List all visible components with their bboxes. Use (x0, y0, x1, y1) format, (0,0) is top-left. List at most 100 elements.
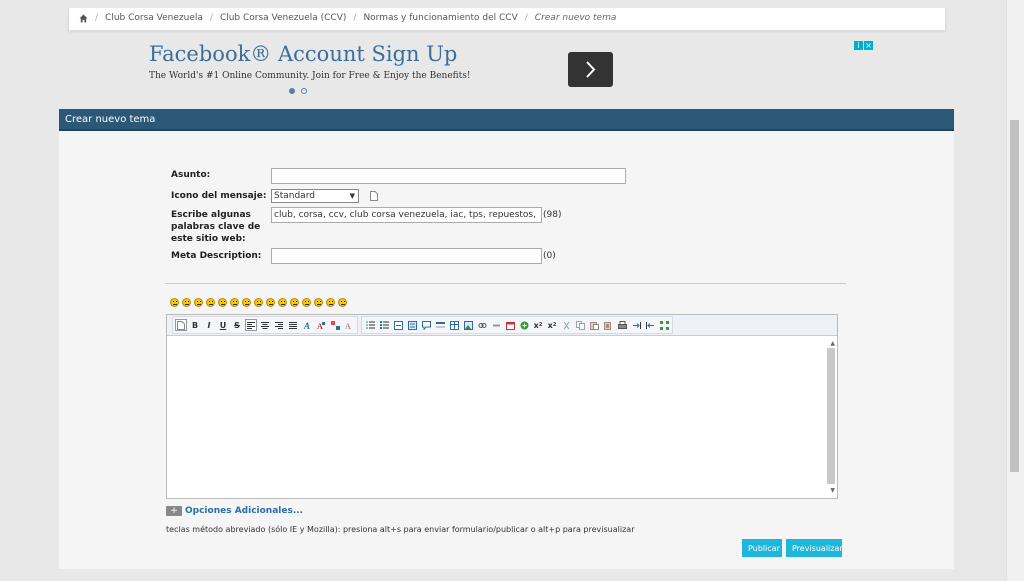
source-icon[interactable] (175, 319, 187, 331)
align-center-icon[interactable] (259, 319, 271, 331)
breadcrumb-link-ccv[interactable]: Club Corsa Venezuela (CCV) (220, 13, 346, 23)
ad-dot-active[interactable] (289, 88, 295, 94)
subject-input[interactable] (271, 168, 626, 184)
quote-icon[interactable] (420, 319, 432, 331)
bullet-list-icon[interactable] (364, 319, 376, 331)
maximize-icon[interactable] (658, 319, 670, 331)
smiley-icon[interactable] (206, 298, 215, 307)
breadcrumb-separator: / (524, 13, 528, 23)
new-topic-panel: Crear nuevo tema Asunto: Icono del mensa… (59, 109, 954, 569)
icon-select[interactable]: Standard ▼ (271, 189, 359, 203)
message-textarea[interactable] (167, 336, 837, 498)
smiley-icon[interactable] (242, 298, 251, 307)
home-icon[interactable] (79, 13, 88, 23)
breadcrumb-current: Crear nuevo tema (534, 13, 617, 23)
remove-format-icon[interactable]: A (343, 319, 355, 331)
plus-icon[interactable]: + (166, 506, 182, 516)
indent-icon[interactable] (392, 319, 404, 331)
ad-pagination (289, 88, 307, 94)
chevron-right-icon (586, 61, 596, 78)
outdent-icon[interactable] (406, 319, 418, 331)
breadcrumb-link-normas[interactable]: Normas y funcionamiento del CCV (363, 13, 517, 23)
breadcrumb-separator: / (353, 13, 357, 23)
keywords-char-count: (98) (543, 210, 562, 220)
editor-scroll-up-icon[interactable]: ▲ (830, 340, 835, 347)
ad-dot[interactable] (301, 88, 307, 94)
subscript-button[interactable]: x2 (532, 319, 544, 331)
strikethrough-button[interactable]: S (231, 319, 243, 331)
svg-text:A: A (345, 322, 351, 330)
smiley-icon[interactable] (290, 298, 299, 307)
paste-text-icon[interactable] (602, 319, 614, 331)
additional-options[interactable]: + Opciones Adicionales... (166, 506, 303, 516)
smiley-icon[interactable] (170, 298, 179, 307)
table-icon[interactable] (448, 319, 460, 331)
smiley-icon[interactable] (338, 298, 347, 307)
italic-button[interactable]: I (203, 319, 215, 331)
smiley-icon[interactable] (326, 298, 335, 307)
underline-button[interactable]: U (217, 319, 229, 331)
bold-button[interactable]: B (189, 319, 201, 331)
document-icon (370, 191, 378, 201)
editor-scrollbar[interactable] (827, 348, 835, 484)
breadcrumb: / Club Corsa Venezuela / Club Corsa Vene… (79, 13, 616, 23)
icon-select-value: Standard (274, 191, 315, 201)
align-right-icon[interactable] (273, 319, 285, 331)
ltr-icon[interactable] (630, 319, 642, 331)
smiley-icon[interactable] (302, 298, 311, 307)
link-icon[interactable] (476, 319, 488, 331)
dropdown-arrow-icon: ▼ (349, 192, 355, 200)
subject-label: Asunto: (171, 170, 211, 180)
keywords-input[interactable] (271, 207, 542, 223)
text-color-icon[interactable] (329, 319, 341, 331)
ad-title[interactable]: Facebook® Account Sign Up (149, 42, 457, 66)
breadcrumb-link-club[interactable]: Club Corsa Venezuela (105, 13, 203, 23)
toolbar-group-insert: x2 x2 (361, 316, 673, 334)
font-size-icon[interactable]: A (315, 319, 327, 331)
smiley-icon[interactable] (218, 298, 227, 307)
paste-icon[interactable] (588, 319, 600, 331)
ad-next-button[interactable] (568, 52, 613, 87)
page-scrollbar-thumb[interactable] (1010, 120, 1019, 472)
add-icon[interactable] (518, 319, 530, 331)
justify-icon[interactable] (287, 319, 299, 331)
ad-choices[interactable]: i × (854, 41, 873, 50)
svg-text:A: A (303, 321, 310, 330)
toolbar-group-format: B I U S A A A (172, 316, 358, 334)
unlink-icon[interactable] (490, 319, 502, 331)
meta-description-input[interactable] (271, 248, 542, 264)
editor-toolbar: B I U S A A A x 2 x 2 (167, 315, 837, 336)
preview-button[interactable]: Previsualizar (786, 539, 843, 557)
smiley-icon[interactable] (230, 298, 239, 307)
page-scrollbar[interactable] (1006, 0, 1024, 581)
smiley-icon[interactable] (194, 298, 203, 307)
additional-options-link[interactable]: Opciones Adicionales... (185, 506, 303, 516)
smiley-icon[interactable] (182, 298, 191, 307)
breadcrumb-separator: / (209, 13, 213, 23)
ad-info-icon[interactable]: i (854, 41, 863, 50)
copy-icon[interactable] (574, 319, 586, 331)
font-icon[interactable]: A (301, 319, 313, 331)
ad-close-icon[interactable]: × (864, 41, 873, 50)
message-editor: B I U S A A A x 2 x 2 ▲ ▼ (166, 314, 838, 499)
horizontal-rule-icon[interactable] (434, 319, 446, 331)
rtl-icon[interactable] (644, 319, 656, 331)
print-icon[interactable] (616, 319, 628, 331)
align-left-icon[interactable] (245, 319, 257, 331)
smiley-icon[interactable] (278, 298, 287, 307)
calendar-icon[interactable] (504, 319, 516, 331)
ad-banner[interactable]: Facebook® Account Sign Up The World's #1… (59, 36, 954, 102)
numbered-list-icon[interactable] (378, 319, 390, 331)
icon-label: Icono del mensaje: (171, 191, 267, 201)
image-icon[interactable] (462, 319, 474, 331)
publish-button[interactable]: Publicar (742, 539, 782, 557)
superscript-button[interactable]: x2 (546, 319, 558, 331)
cut-icon[interactable] (560, 319, 572, 331)
smiley-icon[interactable] (314, 298, 323, 307)
editor-scroll-down-icon[interactable]: ▼ (830, 487, 835, 494)
smiley-icon[interactable] (266, 298, 275, 307)
smiley-icon[interactable] (254, 298, 263, 307)
keyboard-shortcut-hint: teclas método abreviado (sólo IE y Mozil… (166, 525, 635, 534)
keywords-label: Escribe algunas palabras clave de este s… (171, 210, 261, 244)
breadcrumb-bar: / Club Corsa Venezuela / Club Corsa Vene… (68, 8, 946, 31)
